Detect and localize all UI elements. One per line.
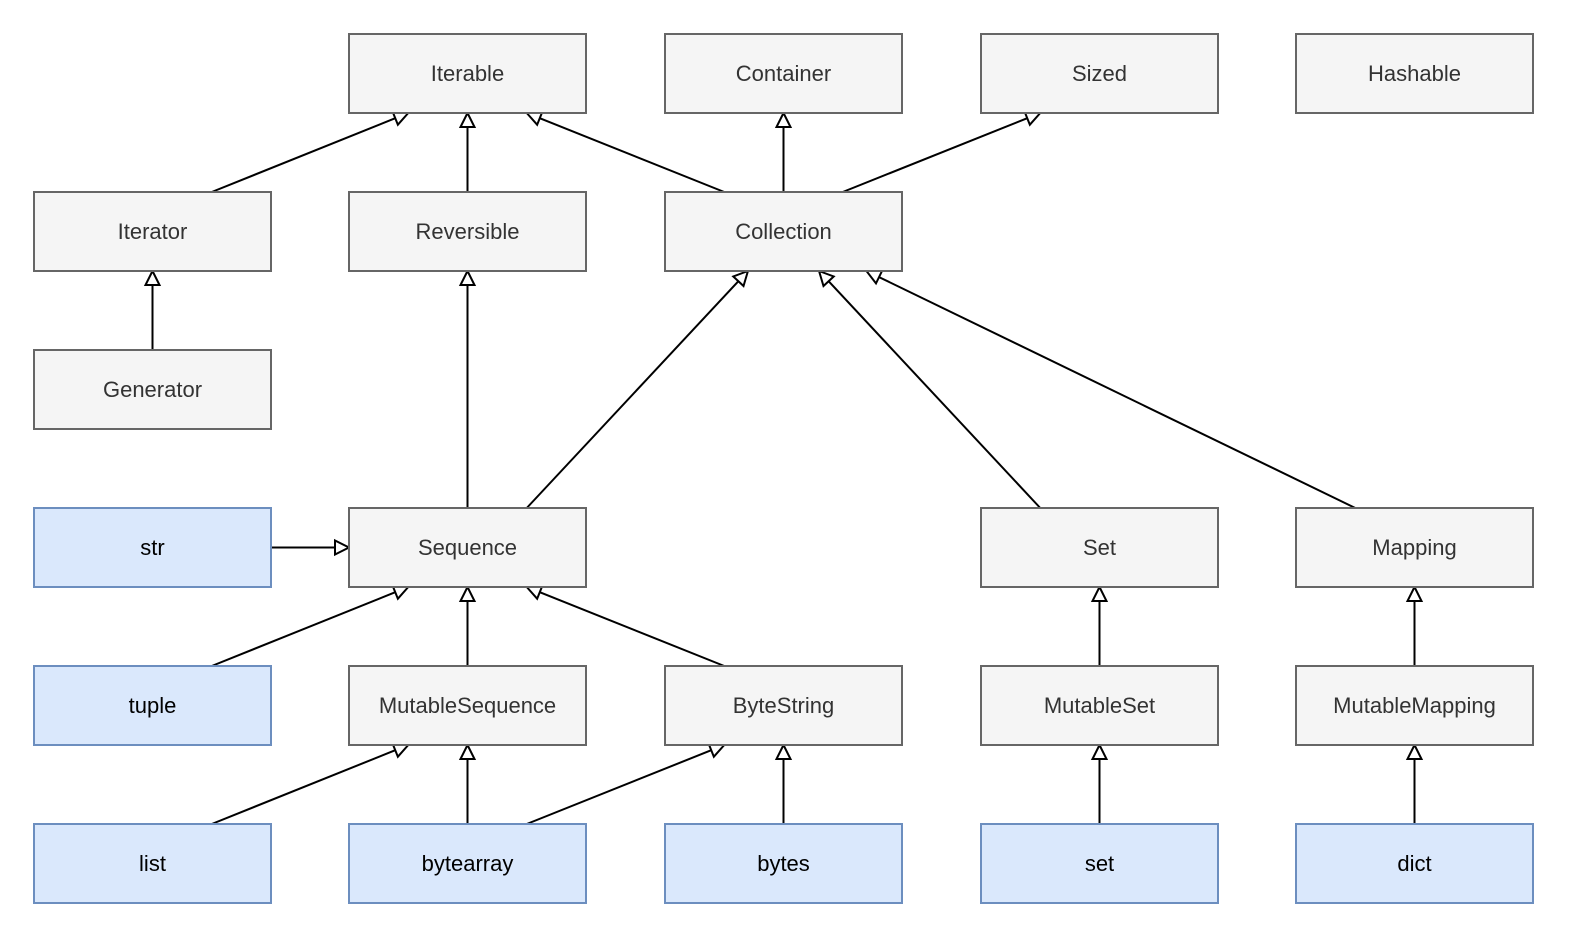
edge-line bbox=[211, 749, 396, 825]
class-node-str[interactable]: str bbox=[33, 507, 272, 588]
class-node-label: Generator bbox=[103, 377, 202, 402]
class-node-label: tuple bbox=[129, 693, 177, 718]
edge-line bbox=[211, 117, 396, 193]
class-node-mutableset[interactable]: MutableSet bbox=[980, 665, 1219, 746]
class-node-mutablesequence[interactable]: MutableSequence bbox=[348, 665, 587, 746]
hollow-triangle-arrowhead-icon bbox=[1405, 584, 1424, 602]
hollow-triangle-arrowhead-icon bbox=[774, 742, 793, 760]
class-node-iterable[interactable]: Iterable bbox=[348, 33, 587, 114]
inheritance-edge-mutableset-to-set bbox=[1090, 584, 1109, 666]
class-node-sized[interactable]: Sized bbox=[980, 33, 1219, 114]
inheritance-edge-generator-to-iterator bbox=[143, 268, 162, 350]
inheritance-edge-bytearray-to-mutablesequence bbox=[458, 742, 477, 824]
class-node-label: Iterator bbox=[118, 219, 188, 244]
hollow-triangle-arrowhead-icon bbox=[774, 110, 793, 128]
class-node-label: MutableSequence bbox=[379, 693, 556, 718]
class-node-label: MutableMapping bbox=[1333, 693, 1496, 718]
inheritance-edge-mutablesequence-to-sequence bbox=[458, 584, 477, 666]
edge-line bbox=[827, 280, 1041, 509]
class-node-label: Container bbox=[736, 61, 831, 86]
inheritance-edge-dict-to-mutablemapping bbox=[1405, 742, 1424, 824]
inheritance-edge-collection-to-container bbox=[774, 110, 793, 192]
inheritance-edge-list-to-mutablesequence bbox=[211, 742, 411, 825]
class-node-container[interactable]: Container bbox=[664, 33, 903, 114]
class-node-generator[interactable]: Generator bbox=[33, 349, 272, 430]
class-node-label: bytearray bbox=[422, 851, 514, 876]
hollow-triangle-arrowhead-icon bbox=[143, 268, 162, 286]
inheritance-edge-sequence-to-reversible bbox=[458, 268, 477, 508]
edge-line bbox=[526, 280, 740, 509]
inheritance-edge-iterator-to-iterable bbox=[211, 110, 411, 193]
class-node-label: list bbox=[139, 851, 166, 876]
edge-line bbox=[526, 749, 712, 825]
class-node-mutablemapping[interactable]: MutableMapping bbox=[1295, 665, 1534, 746]
class-node-bytestring[interactable]: ByteString bbox=[664, 665, 903, 746]
class-node-set[interactable]: Set bbox=[980, 507, 1219, 588]
class-node-label: Sized bbox=[1072, 61, 1127, 86]
class-node-label: ByteString bbox=[733, 693, 835, 718]
class-node-label: Mapping bbox=[1372, 535, 1456, 560]
class-node-tuple[interactable]: tuple bbox=[33, 665, 272, 746]
class-hierarchy-diagram: Iterable Container Sized Hashable Iterator Re… bbox=[33, 33, 1534, 904]
class-node-list[interactable]: list bbox=[33, 823, 272, 904]
class-node-label: Hashable bbox=[1368, 61, 1461, 86]
inheritance-edge-bytestring-to-sequence bbox=[524, 584, 725, 667]
class-node-label: Reversible bbox=[416, 219, 520, 244]
class-node-label: set bbox=[1085, 851, 1114, 876]
class-node-label: dict bbox=[1397, 851, 1431, 876]
inheritance-edge-mapping-to-collection bbox=[864, 269, 1356, 509]
inheritance-edge-bytearray-to-bytestring bbox=[526, 742, 727, 825]
inheritance-edge-str-to-sequence bbox=[271, 538, 352, 557]
class-node-dict[interactable]: dict bbox=[1295, 823, 1534, 904]
class-node-reversible[interactable]: Reversible bbox=[348, 191, 587, 272]
edge-line bbox=[878, 276, 1356, 509]
class-node-sequence[interactable]: Sequence bbox=[348, 507, 587, 588]
class-node-label: MutableSet bbox=[1044, 693, 1155, 718]
hollow-triangle-arrowhead-icon bbox=[458, 584, 477, 602]
class-node-label: Sequence bbox=[418, 535, 517, 560]
hollow-triangle-arrowhead-icon bbox=[1090, 742, 1109, 760]
class-node-set[interactable]: set bbox=[980, 823, 1219, 904]
class-node-label: Set bbox=[1083, 535, 1116, 560]
class-node-iterator[interactable]: Iterator bbox=[33, 191, 272, 272]
class-node-collection[interactable]: Collection bbox=[664, 191, 903, 272]
hollow-triangle-arrowhead-icon bbox=[1090, 584, 1109, 602]
class-node-label: bytes bbox=[757, 851, 810, 876]
class-node-mapping[interactable]: Mapping bbox=[1295, 507, 1534, 588]
class-node-label: Collection bbox=[735, 219, 832, 244]
inheritance-edge-reversible-to-iterable bbox=[458, 110, 477, 192]
edge-line bbox=[539, 591, 725, 667]
class-node-label: str bbox=[140, 535, 164, 560]
inheritance-edge-mutablemapping-to-mapping bbox=[1405, 584, 1424, 666]
edge-line bbox=[539, 117, 725, 193]
class-node-bytearray[interactable]: bytearray bbox=[348, 823, 587, 904]
hollow-triangle-arrowhead-icon bbox=[458, 110, 477, 128]
inheritance-edge-collection-to-sized bbox=[842, 110, 1043, 193]
inheritance-edge-set-to-mutableset bbox=[1090, 742, 1109, 824]
inheritance-edge-bytes-to-bytestring bbox=[774, 742, 793, 824]
inheritance-edge-sequence-to-collection bbox=[526, 269, 750, 509]
hollow-triangle-arrowhead-icon bbox=[458, 742, 477, 760]
class-node-bytes[interactable]: bytes bbox=[664, 823, 903, 904]
hollow-triangle-arrowhead-icon bbox=[864, 269, 884, 286]
inheritance-edge-tuple-to-sequence bbox=[211, 584, 411, 667]
hollow-triangle-arrowhead-icon bbox=[334, 538, 352, 557]
inheritance-edge-collection-to-iterable bbox=[524, 110, 725, 193]
inheritance-edge-set-to-collection bbox=[817, 269, 1041, 509]
class-node-label: Iterable bbox=[431, 61, 504, 86]
edge-line bbox=[842, 117, 1028, 193]
hollow-triangle-arrowhead-icon bbox=[1405, 742, 1424, 760]
edge-line bbox=[211, 591, 396, 667]
class-node-hashable[interactable]: Hashable bbox=[1295, 33, 1534, 114]
hollow-triangle-arrowhead-icon bbox=[458, 268, 477, 286]
